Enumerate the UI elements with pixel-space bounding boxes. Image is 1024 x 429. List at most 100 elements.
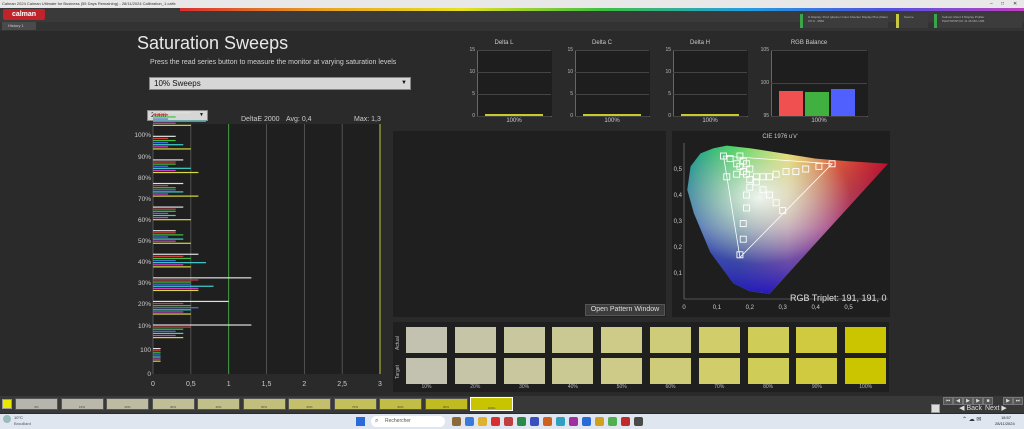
stop-read-icon[interactable]	[931, 404, 940, 413]
next-button[interactable]: Next ▶	[985, 404, 1020, 414]
deltae-bar	[153, 182, 184, 185]
windows-start-icon[interactable]	[356, 417, 365, 426]
open-pattern-window-button[interactable]: Open Pattern Window	[585, 304, 665, 316]
series-swatch-label: 60%	[306, 405, 313, 409]
mini-gridline	[477, 94, 551, 95]
task-view-icon[interactable]	[452, 417, 461, 426]
sweep-select[interactable]: 10% Sweeps ▼	[149, 77, 411, 90]
cie-x-tick: 0,5	[844, 305, 853, 311]
deltae-bar	[153, 124, 191, 126]
series-swatch[interactable]: 0%	[15, 398, 58, 410]
weather-desc[interactable]: Brouillard	[14, 421, 31, 426]
target-swatch	[845, 358, 887, 384]
minimize-button[interactable]: –	[990, 0, 993, 8]
app-icon-2[interactable]	[504, 417, 513, 426]
cie-y-tick: 0,3	[674, 219, 683, 225]
app-icon-5[interactable]	[543, 417, 552, 426]
y-tick-label: 100%	[134, 132, 151, 139]
weather-temp[interactable]: 10°C	[14, 415, 23, 420]
system-tray-icons[interactable]: ⌃ ☁ ✉	[962, 416, 981, 423]
swatch-label: 100%	[859, 384, 873, 390]
deltae-bar	[153, 193, 169, 195]
tab-history[interactable]: History 1	[2, 22, 36, 30]
mini-gridline	[673, 72, 747, 73]
device-meter-detail: CX:0 - 2560	[808, 19, 825, 23]
device-source[interactable]: Source	[896, 14, 928, 28]
series-swatch[interactable]: 70%	[333, 398, 377, 410]
back-button[interactable]: ◀ Back	[950, 404, 982, 414]
swatch-label: 20%	[470, 384, 481, 390]
deltae-bar	[153, 185, 169, 187]
mini-y-tick: 100	[760, 80, 769, 86]
series-swatch[interactable]: 40%	[197, 398, 240, 410]
clock-date[interactable]: 28/11/2024	[995, 421, 1015, 426]
series-swatch[interactable]: 50%	[242, 398, 286, 410]
deltae-bar	[153, 313, 191, 315]
file-explorer-icon[interactable]	[478, 417, 487, 426]
app-icon-7[interactable]	[569, 417, 578, 426]
cie-title: CIE 1976 u'v'	[762, 134, 797, 140]
mini-x-label: 100%	[811, 118, 827, 124]
y-tick-label: 10%	[138, 323, 151, 330]
series-swatch[interactable]: 100%	[470, 397, 513, 411]
series-swatch[interactable]: 30%	[151, 398, 195, 410]
deltae-bar	[153, 307, 199, 309]
series-swatch[interactable]: 20%	[106, 398, 149, 410]
deltae-bar	[153, 281, 191, 283]
app-icon-3[interactable]	[517, 417, 526, 426]
swatch-label: 60%	[665, 384, 676, 390]
app-icon-4[interactable]	[530, 417, 539, 426]
taskbar-search[interactable]: ⌕ Rechercher	[371, 416, 445, 427]
deltae-bar	[153, 159, 184, 161]
deltae-bar	[153, 195, 199, 197]
series-swatch[interactable]: 10%	[60, 398, 104, 410]
actual-swatch	[698, 327, 740, 353]
search-icon: ⌕	[375, 418, 379, 424]
app-icon-10[interactable]	[608, 417, 617, 426]
deltae-bar	[153, 277, 252, 279]
device-meter[interactable]: G Display: Prod (planner Color-Checker D…	[800, 14, 888, 28]
deltae-bar	[153, 122, 176, 124]
mini-y-tick: 15	[665, 47, 671, 53]
app-icon-1[interactable]	[491, 417, 500, 426]
mini-gridline	[673, 50, 747, 51]
app-icon-8[interactable]	[582, 417, 591, 426]
app-icon-6[interactable]	[556, 417, 565, 426]
brand-stripe	[180, 8, 1024, 11]
maximize-button[interactable]: □	[1001, 0, 1004, 8]
calman-taskbar-icon[interactable]	[621, 417, 630, 426]
close-button[interactable]: ✕	[1013, 0, 1017, 8]
target-swatch	[503, 358, 545, 384]
cie-chromaticity-diagram: 0 0,1 0,2 0,3 0,4 0,50,10,20,30,40,5 CIE 1976…	[672, 131, 890, 317]
edge-icon[interactable]	[465, 417, 474, 426]
deltae-bar	[153, 337, 184, 339]
sweep-select-value: 10% Sweeps	[154, 79, 201, 88]
app-icon-9[interactable]	[595, 417, 604, 426]
actual-swatch	[601, 327, 643, 353]
cie-y-tick: 0,4	[674, 193, 683, 199]
y-tick-label: 40%	[138, 259, 151, 266]
deltae-bar	[153, 208, 176, 210]
series-swatch[interactable]: 60%	[288, 398, 331, 410]
app-icon-11[interactable]	[634, 417, 643, 426]
row-label-target: Target	[395, 365, 401, 379]
series-swatch[interactable]: 80%	[379, 398, 422, 410]
deltae-bar	[153, 283, 191, 285]
x-tick-label: 2	[302, 381, 306, 388]
x-tick-label: 2,5	[337, 381, 347, 388]
mini-y-tick: 95	[763, 113, 769, 119]
mini-gridline	[771, 116, 867, 117]
deltae-bar	[153, 236, 169, 238]
series-swatch[interactable]: 90%	[424, 398, 468, 410]
device-display[interactable]: Calman Client 3 Display Profiler PHATOPI…	[934, 14, 1022, 28]
calman-logo[interactable]: calman	[3, 9, 45, 20]
actual-swatch	[845, 327, 887, 353]
actual-swatch	[796, 327, 838, 353]
y-tick-label: 70%	[138, 196, 151, 203]
mini-gridline	[575, 116, 649, 117]
clock-time[interactable]: 18:57	[1001, 415, 1011, 420]
deltae-bar	[153, 148, 191, 150]
deltae-bar	[153, 302, 184, 305]
deltae-bar-chart: 0 0,5 1 1,5 2 2,5 3 0 100 10% 20% 30% 40% 50% 60% 70% 80…	[134, 112, 382, 388]
page-title: Saturation Sweeps	[137, 33, 289, 53]
